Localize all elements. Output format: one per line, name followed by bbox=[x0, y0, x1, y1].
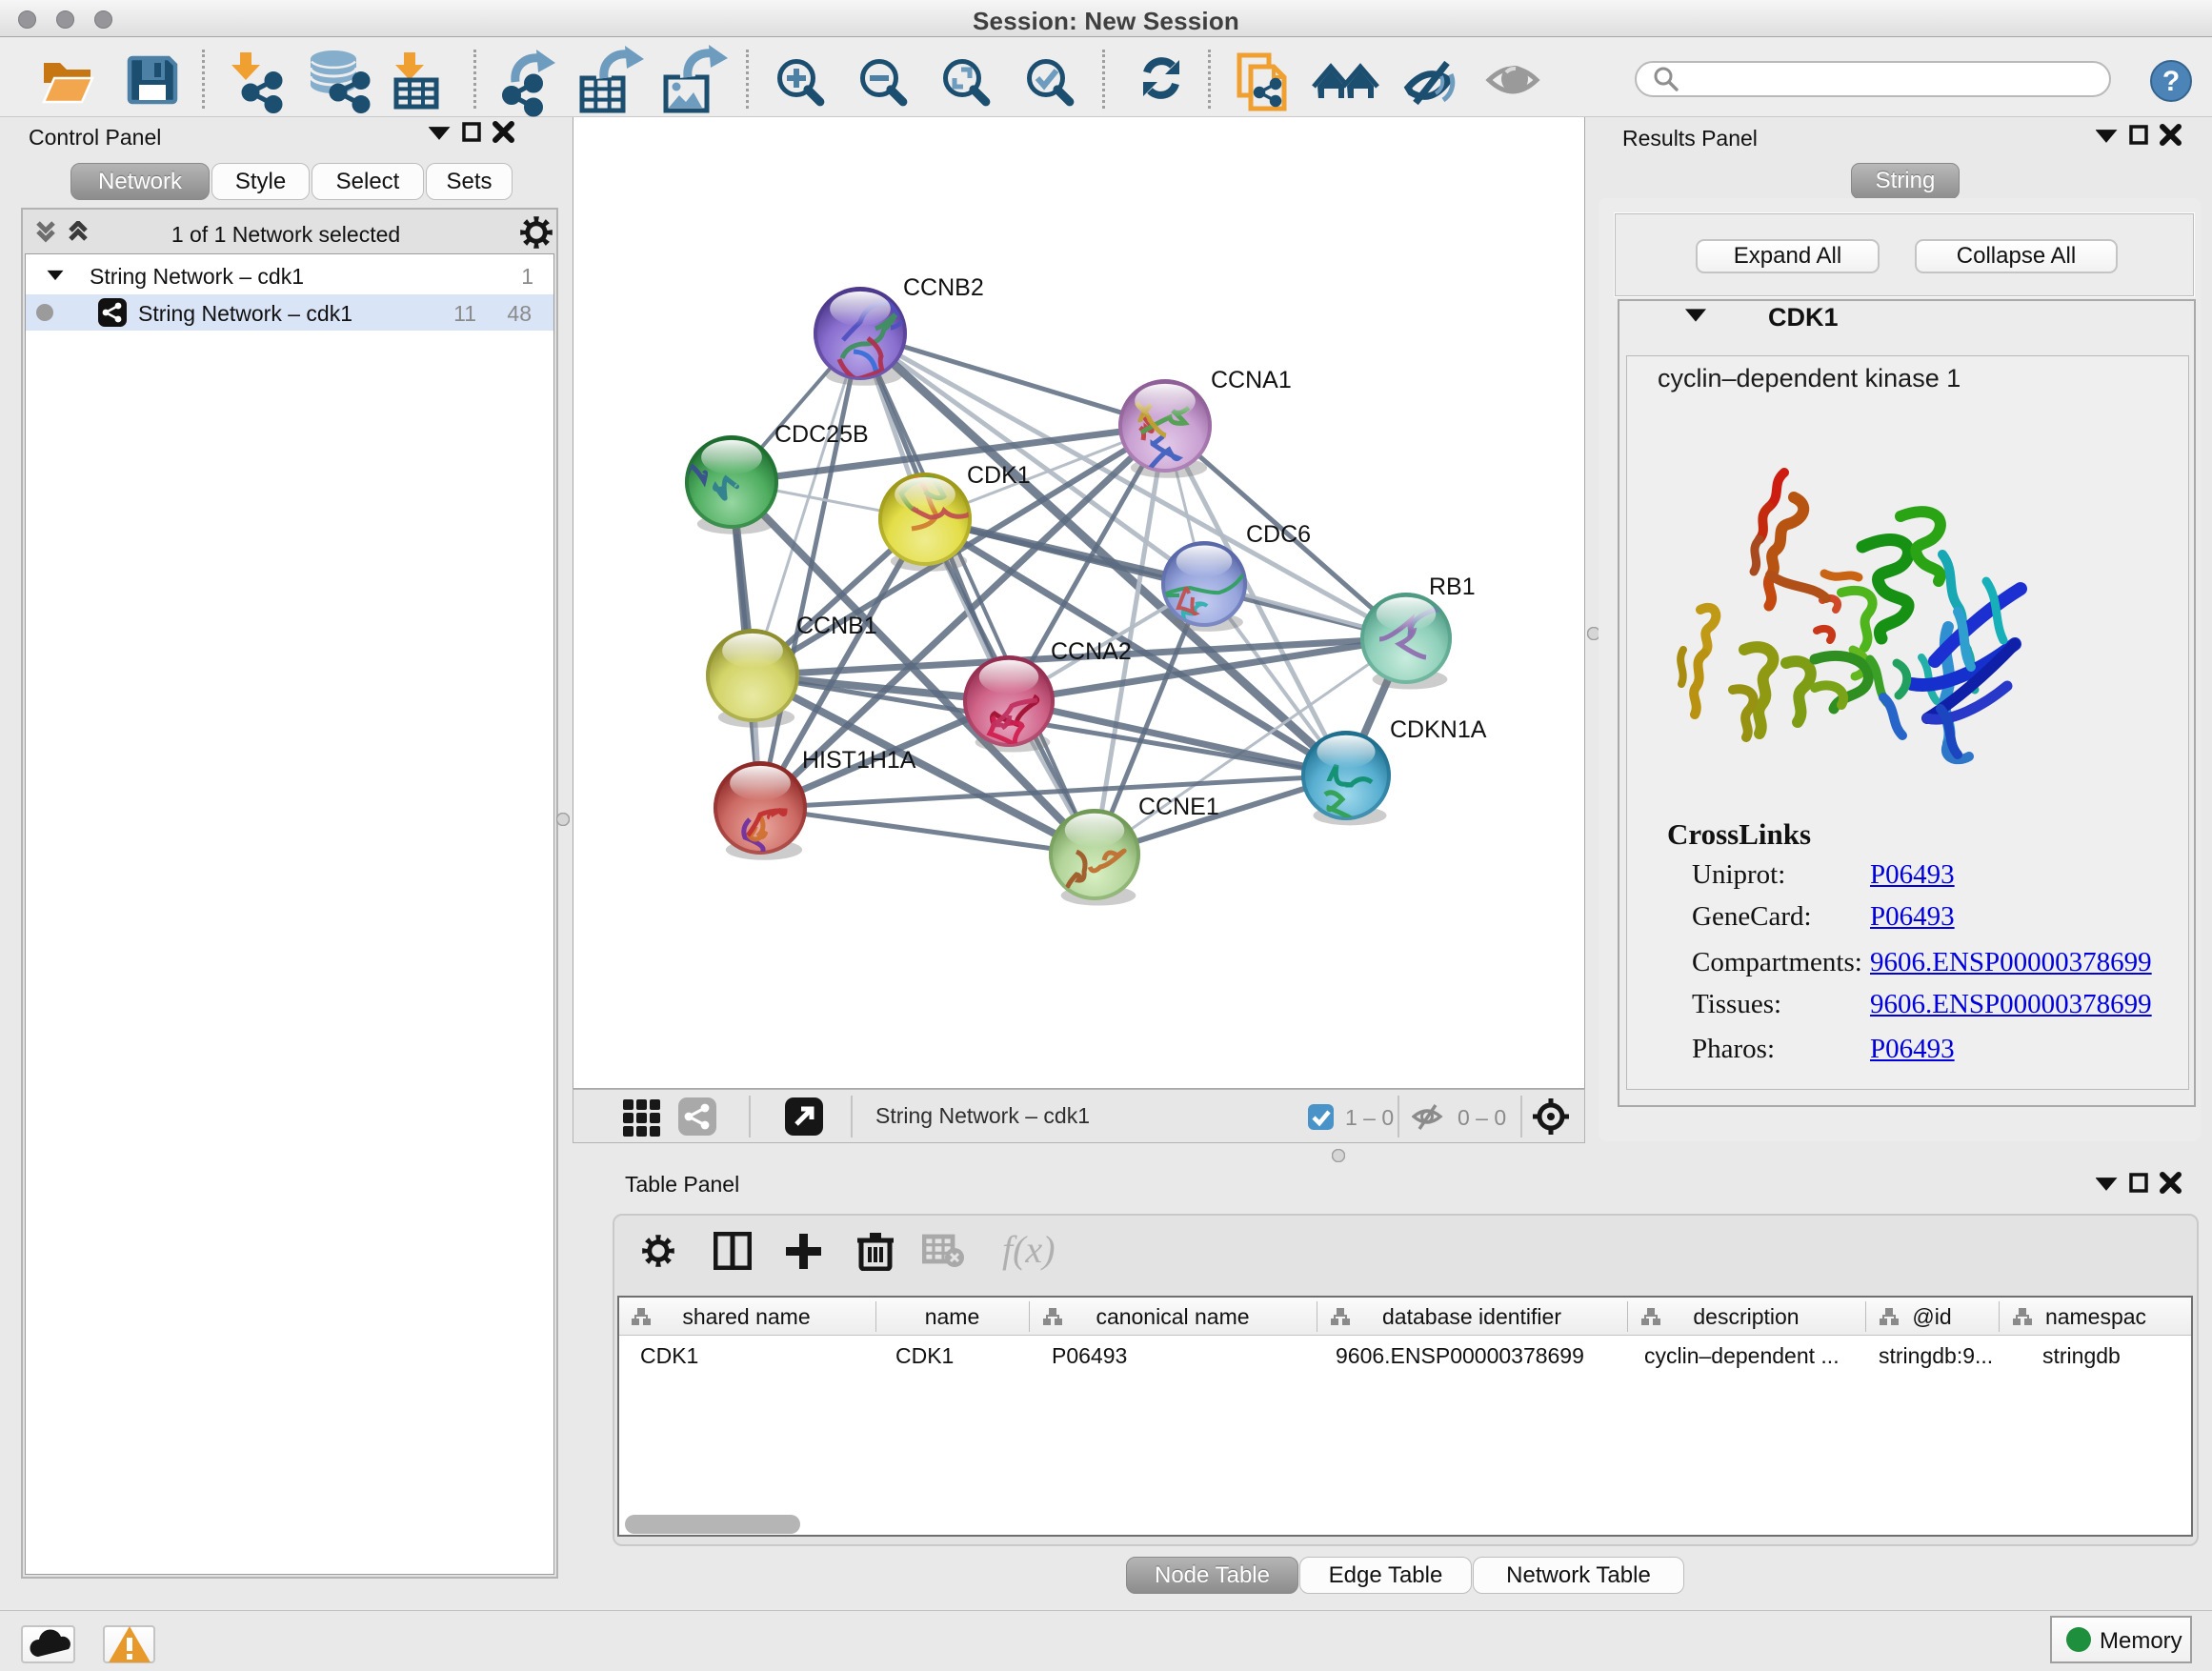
svg-text:CDC6: CDC6 bbox=[1246, 521, 1311, 548]
svg-text:HIST1H1A: HIST1H1A bbox=[802, 747, 916, 774]
svg-text:CCNA1: CCNA1 bbox=[1211, 367, 1292, 393]
svg-text:CCNE1: CCNE1 bbox=[1138, 794, 1219, 820]
svg-text:CDKN1A: CDKN1A bbox=[1390, 716, 1487, 743]
svg-text:CDK1: CDK1 bbox=[967, 462, 1031, 489]
svg-text:CCNB2: CCNB2 bbox=[903, 274, 984, 301]
svg-text:RB1: RB1 bbox=[1429, 574, 1476, 600]
svg-text:CCNB1: CCNB1 bbox=[796, 613, 877, 639]
svg-text:?: ? bbox=[2162, 66, 2180, 97]
svg-text:CDC25B: CDC25B bbox=[774, 421, 869, 448]
svg-text:CCNA2: CCNA2 bbox=[1051, 638, 1132, 665]
